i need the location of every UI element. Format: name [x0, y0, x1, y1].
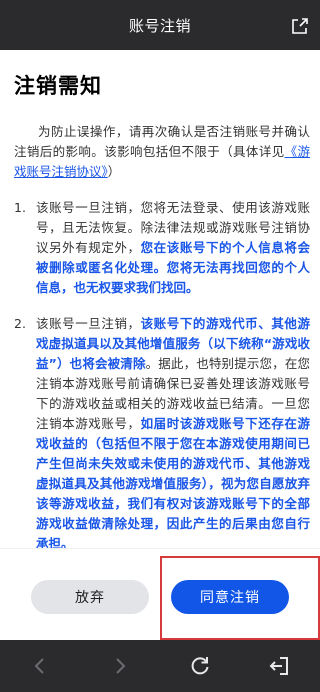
intro-paragraph: 为防止误操作，请再次确认是否注销账号并确认注销后的影响。该影响包括但不限于（具体…	[14, 122, 310, 182]
intro-end: ）	[107, 164, 121, 179]
list-item: 2. 该账号一旦注销，该账号下的游戏代币、其他游戏虚拟道具以及其他增值服务（以下…	[14, 314, 310, 550]
item-number: 2.	[14, 316, 26, 331]
item-number: 1.	[14, 200, 26, 215]
list-item: 1. 该账号一旦注销，您将无法登录、使用该游戏账号，且无法恢复。除法律法规或游戏…	[14, 198, 310, 298]
forward-arrow-icon[interactable]	[106, 652, 134, 680]
refresh-icon[interactable]	[186, 652, 214, 680]
exit-icon[interactable]	[266, 652, 294, 680]
back-arrow-icon[interactable]	[26, 652, 54, 680]
notice-heading: 注销需知	[14, 74, 102, 98]
item-text-emphasis: 如届时该游戏账号下还存在游戏收益的（包括但不限于您在本游戏使用期间已产生但尚未失…	[36, 416, 310, 550]
share-icon[interactable]	[290, 16, 310, 36]
item-text: 该账号一旦注销，您将无法登录、使用该游戏账号，且无法恢复。除法律法规或游戏账号注…	[36, 198, 310, 298]
item-text: 该账号一旦注销，该账号下的游戏代币、其他游戏虚拟道具以及其他增值服务（以下统称“…	[36, 314, 310, 550]
cancel-button[interactable]: 放弃	[31, 580, 149, 614]
title-bar: 账号注销	[0, 0, 320, 50]
item-text-normal: 该账号一旦注销，	[36, 316, 141, 331]
bottom-nav-bar	[0, 640, 320, 692]
notice-content: 注销需知 为防止误操作，请再次确认是否注销账号并确认注销后的影响。该影响包括但不…	[0, 50, 320, 550]
intro-text: 为防止误操作，请再次确认是否注销账号并确认注销后的影响。该影响包括但不限于（具体…	[14, 124, 310, 159]
page-title: 账号注销	[128, 16, 191, 35]
highlight-box	[160, 556, 320, 640]
